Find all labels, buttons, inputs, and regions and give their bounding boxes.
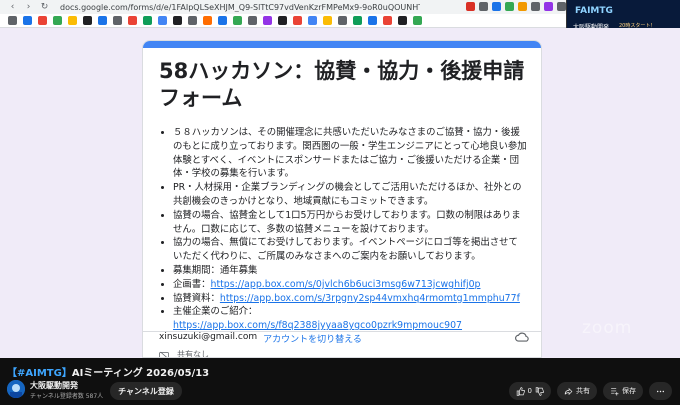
save-button[interactable]: 保存 bbox=[603, 382, 643, 400]
link-label: 企画書： bbox=[173, 278, 211, 290]
bookmark-icon[interactable] bbox=[113, 16, 122, 25]
video-player[interactable]: ‹ › ↻ docs.google.com/forms/d/e/1FAIpQLS… bbox=[0, 0, 680, 358]
reload-icon[interactable]: ↻ bbox=[40, 2, 49, 12]
bookmark-icon[interactable] bbox=[38, 16, 47, 25]
description-link-item: 企画書：https://app.box.com/s/0jvlch6b6uci3m… bbox=[173, 278, 527, 292]
organizer-intro-link[interactable]: https://app.box.com/s/f8q2388jyyaa8ygco0… bbox=[173, 320, 462, 331]
bookmark-icon[interactable] bbox=[83, 16, 92, 25]
like-count: 0 bbox=[527, 387, 532, 395]
extension-icon[interactable] bbox=[479, 2, 488, 11]
description-item: ５８ハッカソンは、その開催理念に共感いただいたみなさまのご協賛・協力・後援のもと… bbox=[173, 126, 527, 181]
description-item: PR・人材採用・企業ブランディングの機会としてご活用いただけるほか、社外との共創… bbox=[173, 181, 527, 209]
bookmark-icon[interactable] bbox=[308, 16, 317, 25]
extension-icon[interactable] bbox=[531, 2, 540, 11]
shared-status-text: 共有なし bbox=[177, 350, 209, 358]
bookmark-icon[interactable] bbox=[293, 16, 302, 25]
bookmark-icon[interactable] bbox=[278, 16, 287, 25]
description-item: 募集期間：通年募集 bbox=[173, 264, 527, 278]
bookmark-icon[interactable] bbox=[128, 16, 137, 25]
switch-account-link[interactable]: アカウントを切り替える bbox=[263, 332, 362, 345]
bookmark-icon[interactable] bbox=[218, 16, 227, 25]
extension-icon[interactable] bbox=[557, 2, 566, 11]
extension-icon[interactable] bbox=[466, 2, 475, 11]
bookmark-icon[interactable] bbox=[233, 16, 242, 25]
subscribe-button[interactable]: チャンネル登録 bbox=[110, 382, 182, 400]
bookmark-icon[interactable] bbox=[98, 16, 107, 25]
bookmark-icon[interactable] bbox=[368, 16, 377, 25]
like-button[interactable]: 0 bbox=[508, 382, 551, 400]
thumbs-down-icon[interactable] bbox=[535, 386, 544, 396]
video-title-text: AIミーティング 2026/05/13 bbox=[71, 368, 210, 379]
video-title-hashtag[interactable]: 【#AIMTG】 bbox=[7, 368, 72, 379]
bookmark-icon[interactable] bbox=[323, 16, 332, 25]
channel-avatar[interactable] bbox=[7, 380, 25, 398]
bookmark-icon[interactable] bbox=[413, 16, 422, 25]
share-icon bbox=[564, 387, 573, 395]
plan-doc-link[interactable]: https://app.box.com/s/0jvlch6b6uci3msg6w… bbox=[211, 279, 481, 290]
cloud-icon bbox=[515, 332, 529, 342]
account-email: xinsuzuki@gmail.com bbox=[159, 332, 258, 342]
bookmark-icon[interactable] bbox=[338, 16, 347, 25]
description-item: 協賛の場合、協賛金として1口5万円からお受けしております。口数の制限はありません… bbox=[173, 209, 527, 237]
bookmark-icon[interactable] bbox=[188, 16, 197, 25]
bookmark-icon[interactable] bbox=[248, 16, 257, 25]
zoom-watermark: zoom bbox=[582, 318, 633, 338]
extension-icon[interactable] bbox=[492, 2, 501, 11]
bookmark-icon[interactable] bbox=[53, 16, 62, 25]
action-buttons: 0 共有 保存 bbox=[508, 382, 672, 400]
description-link-item: 主催企業のご紹介： https://app.box.com/s/f8q2388jy… bbox=[173, 305, 527, 333]
form-title: 58ハッカソン：協賛・協力・後援申請フォーム bbox=[159, 59, 525, 110]
extension-icon[interactable] bbox=[544, 2, 553, 11]
more-icon bbox=[656, 390, 665, 392]
extension-icons bbox=[466, 2, 566, 11]
extension-icon[interactable] bbox=[505, 2, 514, 11]
bookmark-icon[interactable] bbox=[158, 16, 167, 25]
bookmark-icon[interactable] bbox=[203, 16, 212, 25]
save-label: 保存 bbox=[622, 387, 636, 395]
eye-off-icon bbox=[159, 351, 169, 357]
thumbs-up-icon bbox=[516, 386, 525, 396]
bookmark-icon[interactable] bbox=[383, 16, 392, 25]
description-link-item: 協賛資料：https://app.box.com/s/3rpgny2sp44vm… bbox=[173, 292, 527, 306]
form-accent-bar bbox=[143, 41, 541, 48]
bookmark-icon[interactable] bbox=[263, 16, 272, 25]
shared-status: 共有なし bbox=[159, 349, 209, 358]
account-row: xinsuzuki@gmail.com アカウントを切り替える bbox=[159, 332, 362, 345]
bookmark-icon[interactable] bbox=[398, 16, 407, 25]
bookmark-icon[interactable] bbox=[23, 16, 32, 25]
forward-icon[interactable]: › bbox=[24, 2, 33, 12]
sponsor-doc-link[interactable]: https://app.box.com/s/3rpgny2sp44vmxhq4r… bbox=[220, 293, 520, 304]
extension-icon[interactable] bbox=[518, 2, 527, 11]
save-icon bbox=[611, 387, 619, 395]
bookmarks-bar bbox=[0, 14, 566, 28]
channel-logo-icon bbox=[7, 380, 25, 398]
channel-subscriber-count: チャンネル登録者数 587人 bbox=[30, 393, 104, 400]
back-icon[interactable]: ‹ bbox=[8, 2, 17, 12]
share-button[interactable]: 共有 bbox=[557, 382, 597, 400]
link-label: 主催企業のご紹介： bbox=[173, 306, 258, 318]
video-meta: 【#AIMTG】AIミーティング 2026/05/13 大阪駆動開発 チャンネル… bbox=[0, 358, 680, 405]
bookmark-icon[interactable] bbox=[68, 16, 77, 25]
video-title: 【#AIMTG】AIミーティング 2026/05/13 bbox=[7, 364, 209, 379]
channel-name[interactable]: 大阪駆動開発 bbox=[30, 380, 78, 391]
description-item: 協力の場合、無償にてお受けしております。イベントページにロゴ等を掲出させていただ… bbox=[173, 236, 527, 264]
bookmark-icon[interactable] bbox=[353, 16, 362, 25]
form-description: ５８ハッカソンは、その開催理念に共感いただいたみなさまのご協賛・協力・後援のもと… bbox=[173, 126, 527, 333]
url-text[interactable]: docs.google.com/forms/d/e/1FAIpQLSeXHJM_… bbox=[60, 3, 420, 12]
bookmark-icon[interactable] bbox=[143, 16, 152, 25]
bookmark-icon[interactable] bbox=[8, 16, 17, 25]
browser-address-bar[interactable]: ‹ › ↻ docs.google.com/forms/d/e/1FAIpQLS… bbox=[0, 0, 566, 14]
more-button[interactable] bbox=[649, 382, 672, 400]
link-label: 協賛資料： bbox=[173, 292, 220, 304]
overlay-banner: FAIMTG bbox=[575, 6, 613, 16]
share-label: 共有 bbox=[576, 387, 590, 395]
bookmark-icon[interactable] bbox=[173, 16, 182, 25]
form-card: 58ハッカソン：協賛・協力・後援申請フォーム ５８ハッカソンは、その開催理念に共… bbox=[142, 40, 542, 358]
